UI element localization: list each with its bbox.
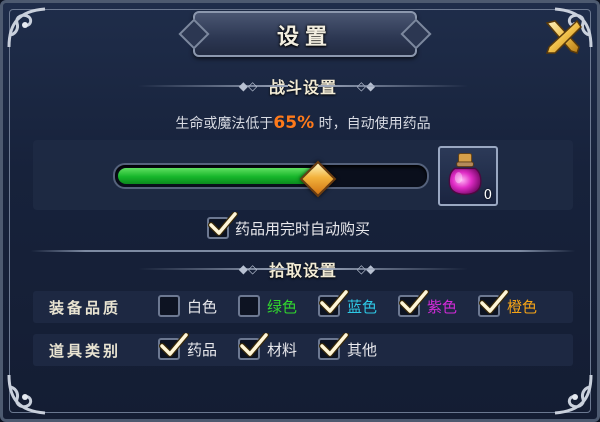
equipment-quality-title: 装备品质: [49, 299, 122, 317]
slider-fill: [118, 168, 317, 184]
slider-thumb[interactable]: [299, 160, 337, 198]
threshold-prefix: 生命或魔法低于: [175, 116, 274, 132]
header-ornament-line: [318, 268, 468, 270]
header-ornament-line: [138, 268, 288, 270]
quality-option-green[interactable]: 绿色: [238, 295, 297, 317]
checkmark-icon: [399, 290, 429, 314]
corner-ornament: [5, 5, 51, 51]
category-other-checkbox[interactable]: [318, 333, 349, 360]
close-button[interactable]: [541, 17, 585, 57]
quality-purple-label: 紫色: [427, 297, 458, 316]
item-category-title: 道具类别: [49, 342, 122, 360]
quality-orange-label: 橙色: [507, 297, 538, 316]
section-divider: [31, 250, 575, 252]
category-material-checkbox[interactable]: [238, 333, 269, 360]
category-option-potion[interactable]: 药品: [158, 333, 218, 360]
auto-buy-label: 药品用完时自动购买: [235, 219, 371, 238]
corner-ornament: [5, 371, 51, 417]
corner-ornament: [549, 371, 595, 417]
category-option-material[interactable]: 材料: [238, 333, 298, 360]
checkmark-icon: [159, 333, 189, 357]
threshold-slider-box: 0: [33, 140, 573, 210]
quality-option-purple[interactable]: 紫色: [398, 290, 458, 317]
quality-blue-checkbox[interactable]: [318, 290, 349, 317]
checkmark-icon: [239, 333, 269, 357]
category-potion-label: 药品: [187, 340, 218, 359]
quality-option-blue[interactable]: 蓝色: [318, 290, 378, 317]
equipment-quality-row: 装备品质 白色 绿色 蓝色 紫色 橙色: [33, 290, 573, 323]
battle-settings-title: 战斗设置: [268, 78, 337, 97]
category-material-label: 材料: [267, 340, 298, 359]
header-ornament-line: [138, 85, 288, 87]
window-title: 设置: [276, 25, 333, 50]
close-icon: [545, 19, 582, 54]
quality-purple-checkbox[interactable]: [398, 290, 429, 317]
threshold-slider[interactable]: [113, 160, 429, 198]
item-category-row: 道具类别 药品 材料 其他: [33, 333, 573, 366]
category-potion-checkbox[interactable]: [158, 333, 189, 360]
quality-white-label: 白色: [187, 297, 218, 316]
quality-option-white[interactable]: 白色: [158, 295, 217, 317]
checkmark-icon: [479, 290, 509, 314]
quality-green-label: 绿色: [267, 297, 298, 316]
auto-buy-checkbox[interactable]: [207, 212, 238, 239]
category-other-label: 其他: [347, 340, 378, 359]
settings-panel: 设置 ◆◇ 战斗设置 ◇◆ 生命或魔法低于65% 时，自动使用药品: [0, 0, 600, 422]
quality-green-checkbox[interactable]: [238, 295, 260, 317]
quality-orange-checkbox[interactable]: [478, 290, 509, 317]
header-ornament-line: [318, 85, 468, 87]
quality-option-orange[interactable]: 橙色: [478, 290, 538, 317]
checkmark-icon: [208, 212, 238, 236]
header-ornament-knot: ◆◇: [238, 79, 258, 93]
auto-buy-option[interactable]: 药品用完时自动购买: [207, 212, 371, 240]
threshold-value: 65%: [273, 113, 315, 133]
battle-settings-header: ◆◇ 战斗设置 ◇◆: [3, 74, 600, 98]
header-ornament-knot: ◆◇: [238, 262, 258, 276]
category-option-other[interactable]: 其他: [318, 333, 378, 360]
potion-threshold-text: 生命或魔法低于65% 时，自动使用药品: [3, 113, 600, 133]
pickup-settings-header: ◆◇ 拾取设置 ◇◆: [3, 257, 600, 281]
checkmark-icon: [319, 290, 349, 314]
quality-blue-label: 蓝色: [347, 297, 378, 316]
potion-count: 0: [483, 188, 492, 203]
threshold-suffix: 时，自动使用药品: [314, 116, 431, 132]
potion-slot[interactable]: 0: [438, 146, 498, 206]
title-plate: 设置: [193, 11, 417, 57]
quality-white-checkbox[interactable]: [158, 295, 180, 317]
checkmark-icon: [319, 333, 349, 357]
pickup-settings-title: 拾取设置: [268, 261, 337, 280]
